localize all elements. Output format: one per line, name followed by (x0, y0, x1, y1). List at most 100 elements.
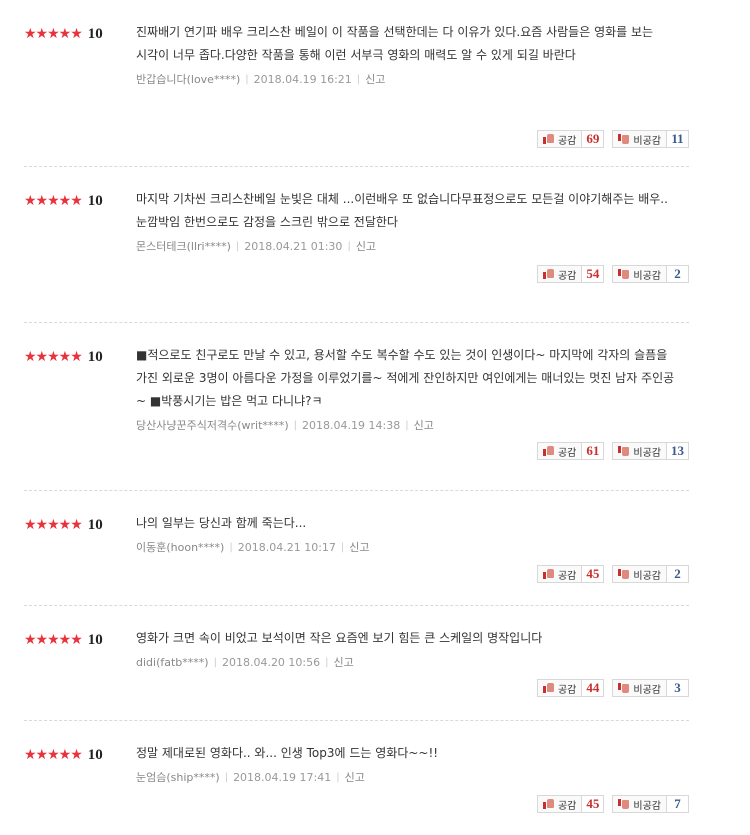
dislike-label: 비공감 (633, 447, 661, 459)
dislike-button[interactable]: 비공감 (612, 442, 667, 460)
report-link[interactable]: 신고 (365, 73, 385, 87)
thumbs-up-icon (542, 134, 555, 144)
dislike-button[interactable]: 비공감 (612, 679, 667, 697)
review-meta: 몬스터테크(llri****) | 2018.04.21 01:30 | 신고 (136, 240, 689, 254)
like-count: 69 (582, 130, 605, 148)
dislike-button[interactable]: 비공감 (612, 130, 667, 148)
rating: ★★★★★ 10 (24, 747, 103, 763)
review-meta: 당산사냥꾼주식저격수(writ****) | 2018.04.19 14:38 … (136, 419, 689, 433)
review-item: ★★★★★ 10 마지막 기차씬 크리스찬베일 눈빛은 대체 ...이런배우 또… (24, 187, 689, 323)
thumbs-up-icon (542, 446, 555, 456)
star-rating-icon: ★★★★★ (24, 193, 83, 209)
review-text: 진짜배기 연기파 배우 크리스찬 베일이 이 작품을 선택한데는 다 이유가 있… (136, 25, 654, 62)
star-rating-icon: ★★★★★ (24, 349, 83, 365)
star-rating-icon: ★★★★★ (24, 26, 83, 42)
thumbs-down-icon (618, 683, 630, 693)
star-rating-icon: ★★★★★ (24, 747, 83, 763)
thumbs-down-icon (618, 446, 630, 456)
report-link[interactable]: 신고 (349, 541, 369, 555)
like-count: 44 (582, 679, 605, 697)
review-text: 정말 제대로된 영화다.. 와... 인생 Top3에 드는 영화다~~!! (136, 746, 439, 760)
report-link[interactable]: 신고 (334, 656, 354, 670)
review-item: ★★★★★ 10 진짜배기 연기파 배우 크리스찬 베일이 이 작품을 선택한데… (24, 20, 689, 167)
dislike-label: 비공감 (633, 684, 661, 696)
like-button[interactable]: 공감 (536, 795, 583, 813)
thumbs-up-icon (542, 799, 555, 809)
like-button[interactable]: 공감 (536, 565, 583, 583)
like-count: 45 (582, 795, 605, 813)
review-date: 2018.04.20 10:56 (221, 656, 321, 669)
review-date: 2018.04.19 14:38 (302, 419, 401, 432)
like-label: 공감 (557, 270, 577, 282)
review-date: 2018.04.21 10:17 (237, 541, 336, 554)
vote-buttons: 공감 45 비공감 7 (536, 795, 689, 813)
vote-buttons: 공감 69 비공감 11 (536, 130, 689, 148)
review-meta: 눈엄슴(ship****) | 2018.04.19 17:41 | 신고 (136, 771, 689, 785)
dislike-count: 7 (667, 795, 689, 813)
report-link[interactable]: 신고 (356, 240, 376, 254)
dislike-button[interactable]: 비공감 (612, 565, 667, 583)
rating-score: 10 (87, 193, 103, 209)
divider: | (356, 74, 361, 85)
rating-score: 10 (87, 26, 103, 42)
thumbs-down-icon (618, 799, 630, 809)
rating: ★★★★★ 10 (24, 349, 103, 365)
review-text: ■적으로도 친구로도 만날 수 있고, 용서할 수도 복수할 수도 있는 것이 … (136, 348, 675, 408)
dislike-label: 비공감 (633, 570, 661, 582)
like-label: 공감 (557, 447, 577, 459)
rating: ★★★★★ 10 (24, 517, 103, 533)
thumbs-up-icon (542, 569, 555, 579)
divider: | (347, 241, 351, 252)
report-link[interactable]: 신고 (414, 419, 434, 433)
like-count: 45 (582, 565, 605, 583)
review-author[interactable]: 반갑습니다(love****) (136, 73, 240, 87)
review-item: ★★★★★ 10 영화가 크면 속이 비었고 보석이면 작은 요즘엔 보기 힘든… (24, 626, 689, 721)
review-date: 2018.04.19 17:41 (233, 771, 332, 784)
review-author[interactable]: 몬스터테크(llri****) (136, 240, 231, 254)
vote-buttons: 공감 61 비공감 13 (536, 442, 689, 460)
star-rating-icon: ★★★★★ (24, 517, 83, 533)
dislike-count: 13 (667, 442, 689, 460)
like-button[interactable]: 공감 (536, 442, 583, 460)
review-author[interactable]: 이동훈(hoon****) (136, 541, 224, 555)
review-date: 2018.04.19 16:21 (253, 73, 352, 86)
like-button[interactable]: 공감 (536, 265, 583, 283)
dislike-label: 비공감 (633, 135, 661, 147)
rating: ★★★★★ 10 (24, 193, 103, 209)
like-button[interactable]: 공감 (536, 130, 583, 148)
thumbs-up-icon (542, 683, 555, 693)
divider: | (336, 772, 340, 783)
vote-buttons: 공감 54 비공감 2 (536, 265, 689, 283)
rating-score: 10 (87, 349, 103, 365)
dislike-label: 비공감 (633, 800, 661, 812)
review-author[interactable]: 당산사냥꾼주식저격수(writ****) (136, 419, 289, 433)
vote-buttons: 공감 45 비공감 2 (536, 565, 689, 583)
review-list: ★★★★★ 10 진짜배기 연기파 배우 크리스찬 베일이 이 작품을 선택한데… (24, 20, 689, 835)
thumbs-down-icon (618, 134, 630, 144)
divider: | (235, 241, 240, 252)
review-author[interactable]: 눈엄슴(ship****) (136, 771, 220, 785)
review-date: 2018.04.21 01:30 (244, 240, 343, 253)
dislike-button[interactable]: 비공감 (612, 795, 667, 813)
like-button[interactable]: 공감 (536, 679, 583, 697)
review-meta: 이동훈(hoon****) | 2018.04.21 10:17 | 신고 (136, 541, 689, 555)
rating: ★★★★★ 10 (24, 632, 103, 648)
dislike-label: 비공감 (633, 270, 661, 282)
rating-score: 10 (87, 632, 103, 648)
report-link[interactable]: 신고 (345, 771, 365, 785)
dislike-button[interactable]: 비공감 (612, 265, 667, 283)
review-text: 영화가 크면 속이 비었고 보석이면 작은 요즘엔 보기 힘든 큰 스케일의 명… (136, 631, 543, 645)
review-author[interactable]: didi(fatb****) (136, 656, 209, 670)
divider: | (293, 420, 298, 431)
divider: | (325, 657, 329, 668)
review-meta: 반갑습니다(love****) | 2018.04.19 16:21 | 신고 (136, 73, 689, 87)
thumbs-down-icon (618, 269, 630, 279)
vote-buttons: 공감 44 비공감 3 (536, 679, 689, 697)
rating: ★★★★★ 10 (24, 26, 103, 42)
like-count: 61 (582, 442, 605, 460)
divider: | (213, 657, 217, 668)
review-item: ★★★★★ 10 ■적으로도 친구로도 만날 수 있고, 용서할 수도 복수할 … (24, 343, 689, 491)
divider: | (245, 74, 249, 85)
rating-score: 10 (87, 517, 103, 533)
star-rating-icon: ★★★★★ (24, 632, 83, 648)
